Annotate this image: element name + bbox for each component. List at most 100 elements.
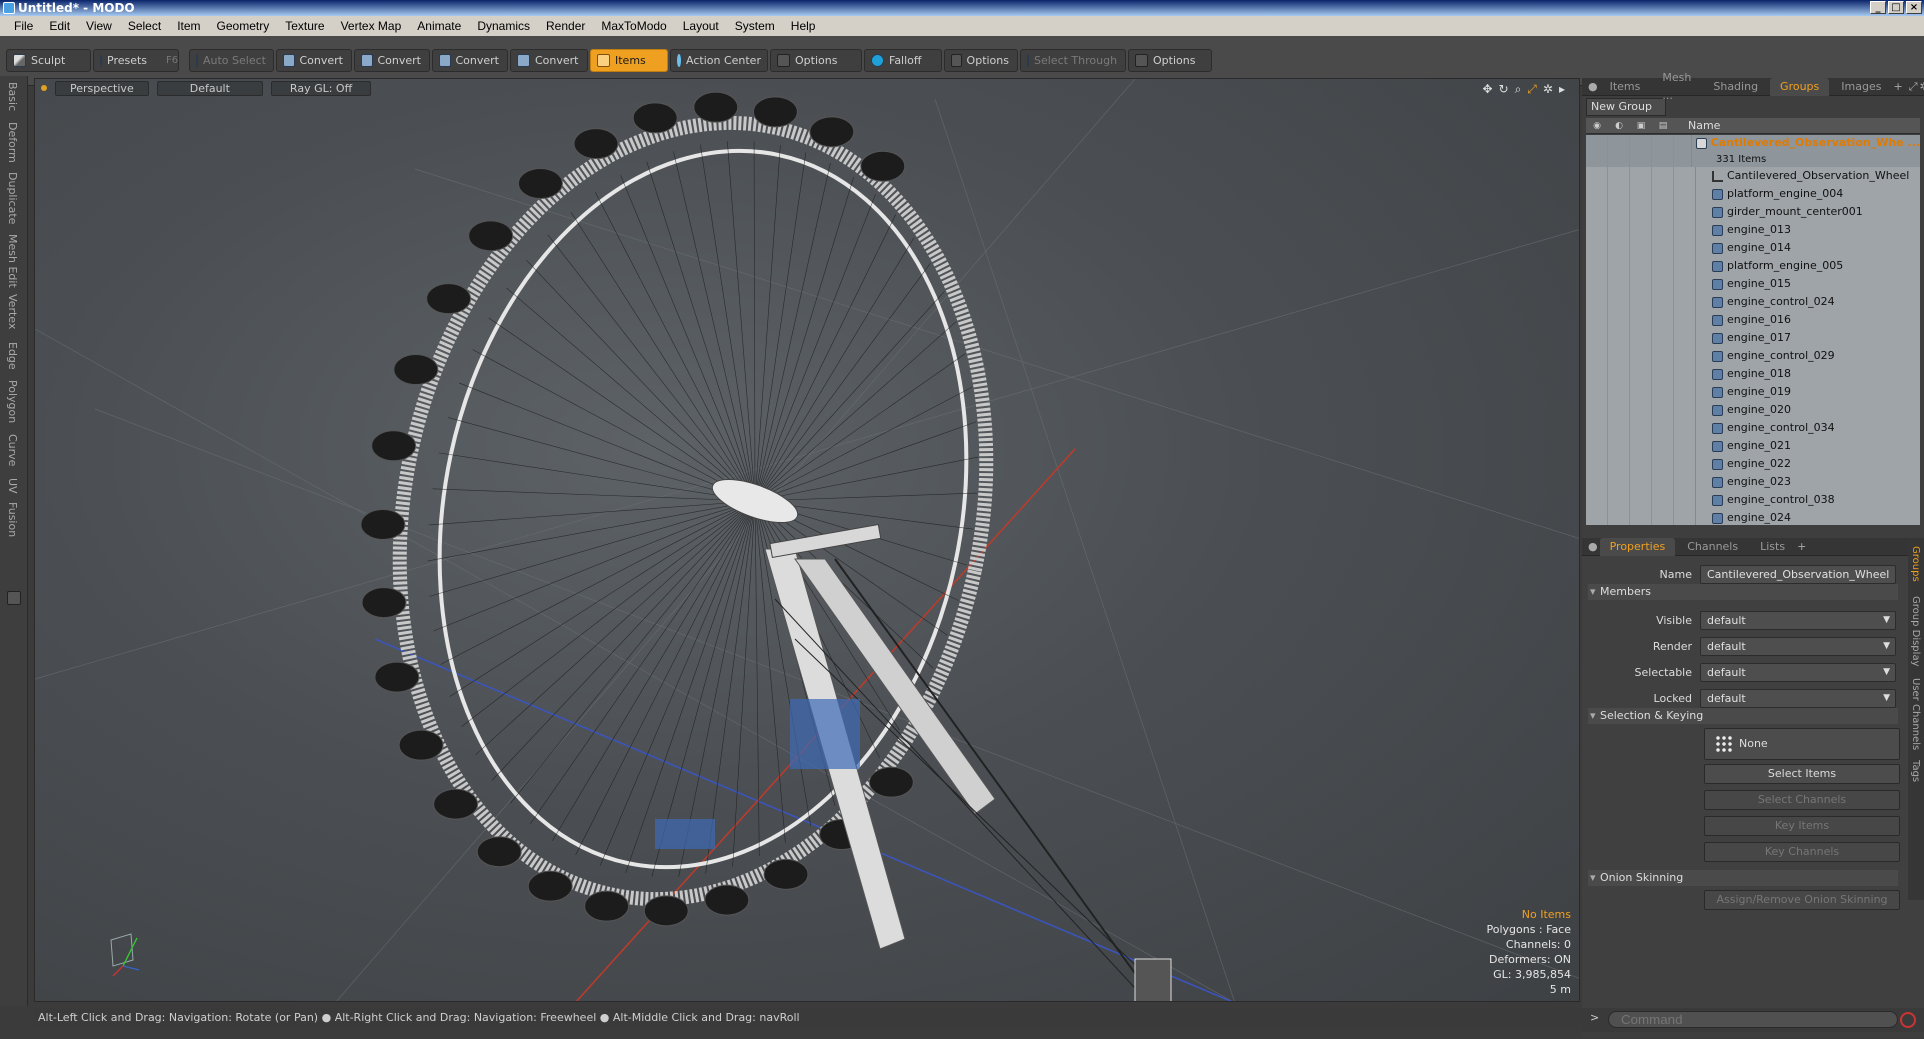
panel-menu-dot[interactable]: ● xyxy=(1588,80,1598,93)
presets-button[interactable]: Presets F6 xyxy=(93,49,179,72)
list-item[interactable]: engine_017 xyxy=(1586,329,1920,347)
raygl-toggle[interactable]: Ray GL: Off xyxy=(270,80,372,96)
list-item[interactable]: engine_control_029 xyxy=(1586,347,1920,365)
tab-duplicate[interactable]: Duplicate xyxy=(6,172,19,224)
menu-item[interactable]: Item xyxy=(169,19,208,33)
list-item[interactable]: engine_023 xyxy=(1586,473,1920,491)
render-column-icon[interactable]: ◐ xyxy=(1608,121,1630,131)
menu-dynamics[interactable]: Dynamics xyxy=(469,19,538,33)
select-channels-button[interactable]: Select Channels xyxy=(1704,790,1900,810)
maximize-icon[interactable]: ⤢ xyxy=(1527,82,1537,97)
tab-items[interactable]: Items xyxy=(1600,78,1651,96)
auto-select-button[interactable]: Auto Select xyxy=(189,49,274,72)
select-column-icon[interactable]: ▤ xyxy=(1652,121,1674,131)
sculpt-button[interactable]: Sculpt xyxy=(6,49,91,72)
list-item[interactable]: engine_control_024 xyxy=(1586,293,1920,311)
selection-keying-section[interactable]: Selection & Keying xyxy=(1588,708,1898,724)
list-item[interactable]: platform_engine_004 xyxy=(1586,185,1920,203)
locked-select[interactable]: default ▼ xyxy=(1700,688,1896,708)
side-tab-user-channels[interactable]: User Channels xyxy=(1910,678,1921,750)
name-field[interactable]: Cantilevered_Observation_Wheel (3) xyxy=(1700,564,1896,598)
convert-button-2[interactable]: Convert xyxy=(354,49,430,72)
list-item[interactable]: engine_014 xyxy=(1586,239,1920,257)
list-item[interactable]: engine_013 xyxy=(1586,221,1920,239)
none-button[interactable]: None xyxy=(1704,728,1900,760)
menu-texture[interactable]: Texture xyxy=(277,19,332,33)
settings-icon[interactable]: ✲ xyxy=(1543,82,1553,97)
list-item[interactable]: engine_016 xyxy=(1586,311,1920,329)
group-row[interactable]: Cantilevered_Observation_Whe ... 331 Ite… xyxy=(1586,135,1920,167)
convert-button-1[interactable]: Convert xyxy=(276,49,352,72)
tab-fusion[interactable]: Fusion xyxy=(6,502,19,537)
select-items-button[interactable]: Select Items xyxy=(1704,764,1900,784)
menu-help[interactable]: Help xyxy=(783,19,824,33)
rotate-icon[interactable]: ↻ xyxy=(1499,82,1509,97)
list-item[interactable]: engine_020 xyxy=(1586,401,1920,419)
list-item[interactable]: platform_engine_005 xyxy=(1586,257,1920,275)
menu-maxtomodo[interactable]: MaxToModo xyxy=(593,19,674,33)
menu-system[interactable]: System xyxy=(727,19,783,33)
side-tab-groups[interactable]: Groups xyxy=(1910,546,1921,582)
command-input[interactable] xyxy=(1608,1011,1898,1028)
view-type-dropdown[interactable]: Perspective xyxy=(55,80,149,96)
action-center-button[interactable]: Action Center xyxy=(670,49,768,72)
list-item[interactable]: engine_018 xyxy=(1586,365,1920,383)
menu-select[interactable]: Select xyxy=(120,19,169,33)
tab-polygon[interactable]: Polygon xyxy=(6,380,19,423)
minimize-button[interactable]: _ xyxy=(1870,1,1886,14)
tab-mesh-edit[interactable]: Mesh Edit xyxy=(6,234,19,288)
members-section[interactable]: Members xyxy=(1588,584,1898,600)
lock-column-icon[interactable]: ▣ xyxy=(1630,121,1652,131)
menu-geometry[interactable]: Geometry xyxy=(209,19,278,33)
close-button[interactable]: × xyxy=(1906,1,1922,14)
tab-uv[interactable]: UV xyxy=(6,478,19,494)
list-item[interactable]: engine_022 xyxy=(1586,455,1920,473)
menu-animate[interactable]: Animate xyxy=(409,19,469,33)
convert-button-4[interactable]: Convert xyxy=(510,49,588,72)
3d-viewport[interactable]: Perspective Default Ray GL: Off ✥ ↻ ⌕ ⤢ … xyxy=(34,78,1580,1002)
list-item[interactable]: engine_015 xyxy=(1586,275,1920,293)
list-item[interactable]: engine_024 xyxy=(1586,509,1920,525)
tab-properties[interactable]: Properties xyxy=(1599,537,1676,556)
tab-vertex[interactable]: Vertex xyxy=(6,294,19,329)
add-tab-icon[interactable]: + xyxy=(1893,80,1902,93)
assign-onion-button[interactable]: Assign/Remove Onion Skinning xyxy=(1704,890,1900,910)
list-item[interactable]: engine_control_034 xyxy=(1586,419,1920,437)
tab-basic[interactable]: Basic xyxy=(6,82,19,111)
select-through-button[interactable]: Select Through xyxy=(1020,49,1126,72)
visibility-column-icon[interactable]: ◉ xyxy=(1586,121,1608,131)
list-item[interactable]: engine_021 xyxy=(1586,437,1920,455)
side-tab-tags[interactable]: Tags xyxy=(1910,760,1921,782)
viewport-menu-dot[interactable] xyxy=(41,85,47,91)
expand-icon[interactable]: ⤢ xyxy=(1909,80,1918,94)
options-button-3[interactable]: Options xyxy=(1128,49,1212,72)
add-tab-icon[interactable]: + xyxy=(1797,540,1806,553)
tab-shading[interactable]: Shading xyxy=(1703,78,1768,96)
key-items-button[interactable]: Key Items xyxy=(1704,816,1900,836)
list-item[interactable]: Cantilevered_Observation_Wheel xyxy=(1586,167,1920,185)
options-button-1[interactable]: Options xyxy=(770,49,862,72)
tab-edge[interactable]: Edge xyxy=(6,342,19,370)
tab-images[interactable]: Images xyxy=(1831,78,1891,96)
tab-deform[interactable]: Deform xyxy=(6,122,19,163)
menu-render[interactable]: Render xyxy=(538,19,593,33)
menu-view[interactable]: View xyxy=(78,19,120,33)
selectable-select[interactable]: default ▼ xyxy=(1700,662,1896,682)
menu-layout[interactable]: Layout xyxy=(675,19,727,33)
visible-select[interactable]: default ▼ xyxy=(1700,610,1896,630)
list-item[interactable]: girder_mount_center001 xyxy=(1586,203,1920,221)
onion-skinning-section[interactable]: Onion Skinning xyxy=(1588,870,1898,886)
tab-mesh[interactable]: Mesh ... xyxy=(1652,69,1701,105)
zoom-icon[interactable]: ⌕ xyxy=(1515,82,1522,97)
tab-channels[interactable]: Channels xyxy=(1677,538,1748,556)
panel-toggle-button[interactable] xyxy=(7,591,21,605)
key-channels-button[interactable]: Key Channels xyxy=(1704,842,1900,862)
convert-button-3[interactable]: Convert xyxy=(432,49,508,72)
tab-curve[interactable]: Curve xyxy=(6,434,19,466)
arrow-right-icon[interactable]: ▸ xyxy=(1559,82,1565,97)
options-button-2[interactable]: Options xyxy=(944,49,1018,72)
list-item[interactable]: engine_019 xyxy=(1586,383,1920,401)
menu-file[interactable]: File xyxy=(6,19,41,33)
record-icon[interactable] xyxy=(1900,1012,1916,1028)
render-select[interactable]: default ▼ xyxy=(1700,636,1896,656)
